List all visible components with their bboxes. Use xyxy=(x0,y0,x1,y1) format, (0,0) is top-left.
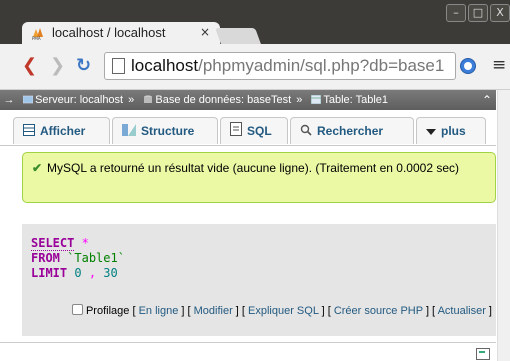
breadcrumb-server[interactable]: Serveur: localhost xyxy=(35,94,123,106)
sql-table-name: `Table1` xyxy=(67,251,125,265)
reload-icon[interactable]: ↻ xyxy=(76,56,91,76)
pma-tabs: Afficher Structure SQL Rechercher plus xyxy=(0,111,496,146)
sql-offset: 0 xyxy=(74,266,82,280)
window-titlebar: PMA localhost / localhost × – □ X xyxy=(0,0,510,44)
tab-sql[interactable]: SQL xyxy=(220,117,288,144)
profilage-label[interactable]: Profilage xyxy=(86,305,129,317)
tab-sql-label: SQL xyxy=(247,124,272,138)
tab-afficher-label: Afficher xyxy=(40,124,86,138)
browser-tab[interactable]: PMA localhost / localhost × xyxy=(22,22,220,44)
breadcrumb-database[interactable]: Base de données: baseTest xyxy=(155,94,291,106)
tab-plus-label: plus xyxy=(441,124,466,138)
database-icon xyxy=(144,95,153,103)
collapse-icon[interactable]: ⌃ xyxy=(482,90,492,110)
tab-rechercher[interactable]: Rechercher xyxy=(290,117,414,144)
maximize-button[interactable]: □ xyxy=(468,4,488,22)
breadcrumb-arrow-icon[interactable]: → xyxy=(2,90,16,110)
structure-icon xyxy=(122,119,136,145)
tab-plus[interactable]: plus xyxy=(416,117,486,144)
en-ligne-link[interactable]: En ligne xyxy=(139,305,179,317)
success-message: ✔ MySQL a retourné un résultat vide (auc… xyxy=(22,152,496,203)
sql-actions: Profilage [ En ligne ] [ Modifier ] [ Ex… xyxy=(62,304,492,318)
url-host: localhost xyxy=(131,56,199,75)
expliquer-sql-link[interactable]: Expliquer SQL xyxy=(248,305,319,317)
divider xyxy=(0,342,496,343)
sql-keyword-limit: LIMIT xyxy=(31,266,68,280)
back-arrow-icon[interactable]: ❮ xyxy=(22,56,37,76)
breadcrumb-table[interactable]: Table: Table1 xyxy=(323,94,388,106)
forward-arrow-icon[interactable]: ❯ xyxy=(50,56,65,76)
breadcrumb-separator: » xyxy=(296,94,303,106)
server-icon xyxy=(23,95,34,104)
search-icon xyxy=(300,119,312,145)
vertical-scrollbar[interactable] xyxy=(497,90,510,361)
close-window-button[interactable]: X xyxy=(490,4,510,22)
actualiser-link[interactable]: Actualiser xyxy=(438,305,486,317)
table-icon xyxy=(311,95,322,104)
tab-close-icon[interactable]: × xyxy=(200,25,210,39)
sql-comma: , xyxy=(88,266,97,280)
sql-query-box: SELECT * FROM `Table1` LIMIT 0 , 30 Prof… xyxy=(22,224,496,336)
url-text: localhost/phpmyadmin/sql.php?db=base1 xyxy=(131,56,444,76)
new-tab-button[interactable] xyxy=(215,28,261,44)
sql-count: 30 xyxy=(103,266,118,280)
sql-icon xyxy=(230,119,242,145)
console-icon[interactable] xyxy=(476,348,490,360)
breadcrumb: → Serveur: localhost » Base de données: … xyxy=(0,90,496,110)
modifier-link[interactable]: Modifier xyxy=(194,305,233,317)
creer-source-php-link[interactable]: Créer source PHP xyxy=(334,305,423,317)
menu-icon[interactable]: ≡ xyxy=(492,55,506,75)
phpmyadmin-favicon: PMA xyxy=(32,28,43,40)
tab-structure-label: Structure xyxy=(141,124,195,138)
tab-rechercher-label: Rechercher xyxy=(317,124,384,138)
address-bar[interactable]: localhost/phpmyadmin/sql.php?db=base1 ☆ xyxy=(104,52,456,80)
table-icon xyxy=(23,119,35,145)
page-icon xyxy=(112,58,125,74)
minimize-button[interactable]: – xyxy=(446,4,466,22)
profilage-checkbox[interactable] xyxy=(71,304,83,315)
success-message-text: MySQL a retourné un résultat vide (aucun… xyxy=(47,161,459,175)
tab-title: localhost / localhost xyxy=(52,25,166,40)
breadcrumb-separator: » xyxy=(128,94,135,106)
url-path: /phpmyadmin/sql.php?db=base1 xyxy=(198,56,445,75)
sql-code: SELECT * FROM `Table1` LIMIT 0 , 30 xyxy=(31,236,125,281)
sql-keyword-select[interactable]: SELECT xyxy=(31,236,75,251)
svg-text:PMA: PMA xyxy=(32,36,41,40)
sql-keyword-from: FROM xyxy=(31,251,60,265)
triangle-down-icon xyxy=(426,119,436,145)
tab-afficher[interactable]: Afficher xyxy=(13,117,110,144)
extension-icon[interactable] xyxy=(460,58,476,74)
sql-star: * xyxy=(81,236,89,250)
tab-structure[interactable]: Structure xyxy=(112,117,218,144)
browser-toolbar: ❮ ❯ ↻ localhost/phpmyadmin/sql.php?db=ba… xyxy=(0,44,510,90)
